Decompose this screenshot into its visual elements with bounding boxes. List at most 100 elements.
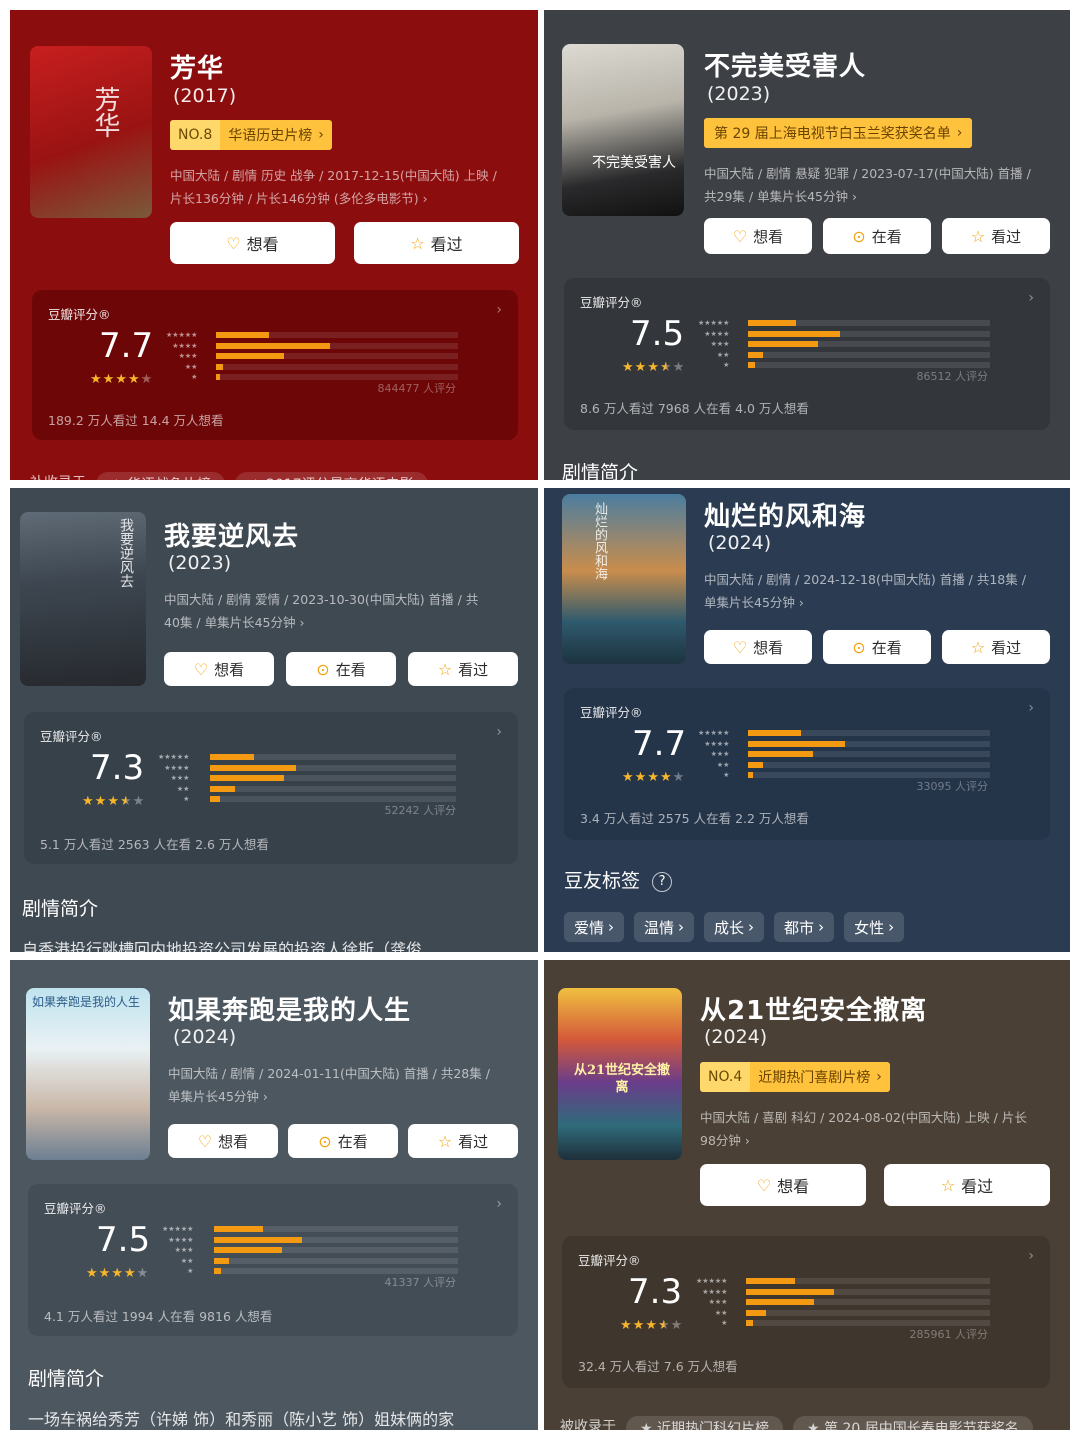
rating-bar-track xyxy=(748,751,990,757)
rating-bar-3-star xyxy=(210,775,284,781)
tag-item[interactable]: 温情 › xyxy=(634,912,695,942)
tag-item[interactable]: 都市 › xyxy=(774,912,835,942)
watched-button[interactable]: ☆ 看过 xyxy=(408,652,518,686)
rating-bar-track xyxy=(210,754,456,760)
collection-label: 被收录于 xyxy=(560,1419,616,1430)
watched-button[interactable]: ☆ 看过 xyxy=(408,1124,518,1158)
ranking-badge[interactable]: NO.8 华语历史片榜 › xyxy=(170,120,332,150)
heart-plus-icon: ♡ xyxy=(732,637,748,657)
movie-meta[interactable]: 中国大陆 / 剧情 爱情 / 2023-10-30(中国大陆) 首播 / 共 40… xyxy=(164,588,514,634)
want-button[interactable]: ♡ 想看 xyxy=(704,630,812,664)
rating-bar-track xyxy=(748,730,990,736)
rating-bar-1-star xyxy=(214,1268,222,1274)
star-full-icon: ★ xyxy=(94,794,108,809)
rating-bar-track xyxy=(214,1226,458,1232)
movie-meta[interactable]: 中国大陆 / 剧情 / 2024-12-18(中国大陆) 首播 / 共18集 /… xyxy=(704,568,1054,614)
rating-bar-1-star xyxy=(746,1320,754,1326)
rating-score: 7.5 xyxy=(96,1220,151,1260)
tag-list: 爱情 › 温情 › 成长 › 都市 › 女性 › xyxy=(564,912,905,942)
chevron-right-icon[interactable]: › xyxy=(496,1196,502,1212)
star-icon: ☆ xyxy=(970,637,986,657)
poster-image[interactable]: 我要逆风去 xyxy=(20,512,146,686)
poster-image[interactable]: 灿烂的风和海 xyxy=(562,494,686,664)
rating-bar-track xyxy=(210,775,456,781)
rating-card[interactable]: 豆瓣评分® › 7.3 ★★★★★ ★★★★★ ★★★★ ★★★ ★★ ★ 285961… xyxy=(562,1236,1050,1388)
movie-year: (2023) xyxy=(707,83,771,105)
rating-bar-track xyxy=(216,342,458,349)
watched-button[interactable]: ☆ 看过 xyxy=(884,1164,1050,1206)
award-badge[interactable]: 第 29 届上海电视节白玉兰奖获奖名单 › xyxy=(704,118,973,148)
rating-card[interactable]: 豆瓣评分® › 7.7 ★★★★★ ★★★★★ ★★★★ ★★★ ★★ ★ 33095 … xyxy=(564,688,1050,840)
watching-button[interactable]: ⊙ 在看 xyxy=(288,1124,398,1158)
rating-label: 豆瓣评分® xyxy=(48,307,111,322)
rating-card[interactable]: 豆瓣评分® › 7.5 ★★★★★ ★★★★★ ★★★★ ★★★ ★★ ★ 41337 … xyxy=(28,1184,518,1336)
rating-bar-2-star xyxy=(746,1309,766,1316)
chevron-right-icon[interactable]: › xyxy=(496,302,502,318)
rating-bar-3-star xyxy=(214,1247,283,1253)
rating-card[interactable]: 豆瓣评分® › 7.7 ★★★★★ ★★★★★ ★★★★ ★★★ ★★ ★ 844477… xyxy=(32,290,518,440)
poster-title-art: 不完美受害人 xyxy=(592,155,676,171)
tag-item[interactable]: 成长 › xyxy=(704,912,765,942)
synopsis-text: 一场车祸给秀芳（许娣 饰）和秀丽（陈小艺 饰）姐妹俩的家 xyxy=(28,1410,455,1429)
rating-bar-track xyxy=(210,764,456,771)
rating-card[interactable]: 豆瓣评分® › 7.5 ★★★★★ ★★★★★ ★★★★ ★★★ ★★ ★ 86512 … xyxy=(564,278,1050,430)
movie-panel-canlan: 灿烂的风和海 灿烂的风和海 (2024) 中国大陆 / 剧情 / 2024-12… xyxy=(544,488,1070,952)
rating-bar-4-star xyxy=(748,740,845,747)
movie-meta[interactable]: 中国大陆 / 剧情 / 2024-01-11(中国大陆) 首播 / 共28集 /… xyxy=(168,1062,518,1108)
rating-stars: ★★★★★ xyxy=(82,794,145,809)
collection-chip[interactable]: ★ 第 20 届中国长春电影节获奖名 xyxy=(793,1416,1033,1430)
collection-chips[interactable]: 被收录于 ★ 近期热门科幻片榜 ★ 第 20 届中国长春电影节获奖名 xyxy=(560,1416,1033,1430)
tag-item[interactable]: 女性 › xyxy=(844,912,905,942)
want-button[interactable]: ♡ 想看 xyxy=(700,1164,866,1206)
want-button[interactable]: ♡ 想看 xyxy=(170,222,335,264)
watching-button[interactable]: ⊙ 在看 xyxy=(823,630,931,664)
chevron-right-icon[interactable]: › xyxy=(1028,290,1034,306)
collection-chips[interactable]: 补收录于 ★ 华语战争片榜 ★ 2017评分最高华语电影 xyxy=(30,472,428,480)
collection-chip[interactable]: ★ 2017评分最高华语电影 xyxy=(235,472,428,480)
watched-button[interactable]: ☆ 看过 xyxy=(942,630,1050,664)
help-icon[interactable]: ? xyxy=(652,872,673,892)
rating-bar-track xyxy=(214,1236,458,1243)
rating-card[interactable]: 豆瓣评分® › 7.3 ★★★★★ ★★★★★ ★★★★ ★★★ ★★ ★ 52242 … xyxy=(24,712,518,864)
watching-circle-icon: ⊙ xyxy=(852,637,866,657)
movie-meta[interactable]: 中国大陆 / 剧情 历史 战争 / 2017-12-15(中国大陆) 上映 / 片… xyxy=(170,164,520,210)
star-icon: ☆ xyxy=(940,1175,956,1195)
movie-meta[interactable]: 中国大陆 / 喜剧 科幻 / 2024-08-02(中国大陆) 上映 / 片长 9… xyxy=(700,1106,1056,1152)
heart-plus-icon: ♡ xyxy=(226,233,241,253)
rank-number: NO.4 xyxy=(700,1062,751,1092)
rating-bar-track xyxy=(746,1288,990,1295)
ranking-badge[interactable]: NO.4 近期热门喜剧片榜 › xyxy=(700,1062,890,1092)
want-button[interactable]: ♡ 想看 xyxy=(704,218,812,254)
chevron-right-icon[interactable]: › xyxy=(1028,700,1034,716)
rating-bar-track xyxy=(748,320,990,326)
collection-chip[interactable]: ★ 华语战争片榜 xyxy=(96,472,226,480)
rating-bar-3-star xyxy=(216,353,284,359)
want-button[interactable]: ♡ 想看 xyxy=(164,652,274,686)
want-button[interactable]: ♡ 想看 xyxy=(168,1124,278,1158)
chevron-right-icon[interactable]: › xyxy=(1028,1248,1034,1264)
rating-bar-4-star xyxy=(210,764,297,771)
star-icon: ☆ xyxy=(410,233,425,253)
poster-image[interactable]: 不完美受害人 xyxy=(562,44,684,216)
watched-button[interactable]: ☆ 看过 xyxy=(942,218,1050,254)
tag-item[interactable]: 爱情 › xyxy=(564,912,625,942)
star-level-labels: ★★★★★ ★★★★ ★★★ ★★ ★ xyxy=(698,319,730,369)
star-level-labels: ★★★★★ ★★★★ ★★★ ★★ ★ xyxy=(166,331,198,381)
watching-button[interactable]: ⊙ 在看 xyxy=(823,218,931,254)
synopsis-heading: 剧情简介 xyxy=(562,462,639,480)
rating-score: 7.7 xyxy=(99,326,154,366)
watched-button[interactable]: ☆ 看过 xyxy=(354,222,519,264)
movie-meta[interactable]: 中国大陆 / 剧情 悬疑 犯罪 / 2023-07-17(中国大陆) 首播 / 共… xyxy=(704,162,1054,208)
poster-image[interactable]: 芳华 xyxy=(30,46,152,218)
collection-chip[interactable]: ★ 近期热门科幻片榜 xyxy=(626,1416,784,1430)
rating-count: 33095 人评分 xyxy=(916,780,989,793)
watch-stats: 4.1 万人看过 1994 人在看 9816 人想看 xyxy=(44,1309,273,1324)
watching-button[interactable]: ⊙ 在看 xyxy=(286,652,396,686)
poster-image[interactable]: 从21世纪安全撤离 xyxy=(558,988,682,1160)
star-full-icon: ★ xyxy=(107,794,120,809)
poster-image[interactable]: 如果奔跑是我的人生 xyxy=(26,988,150,1160)
heart-plus-icon: ♡ xyxy=(197,1131,213,1151)
rating-bar-track xyxy=(746,1278,990,1284)
chevron-right-icon[interactable]: › xyxy=(496,724,502,740)
rating-label: 豆瓣评分® xyxy=(40,729,103,744)
